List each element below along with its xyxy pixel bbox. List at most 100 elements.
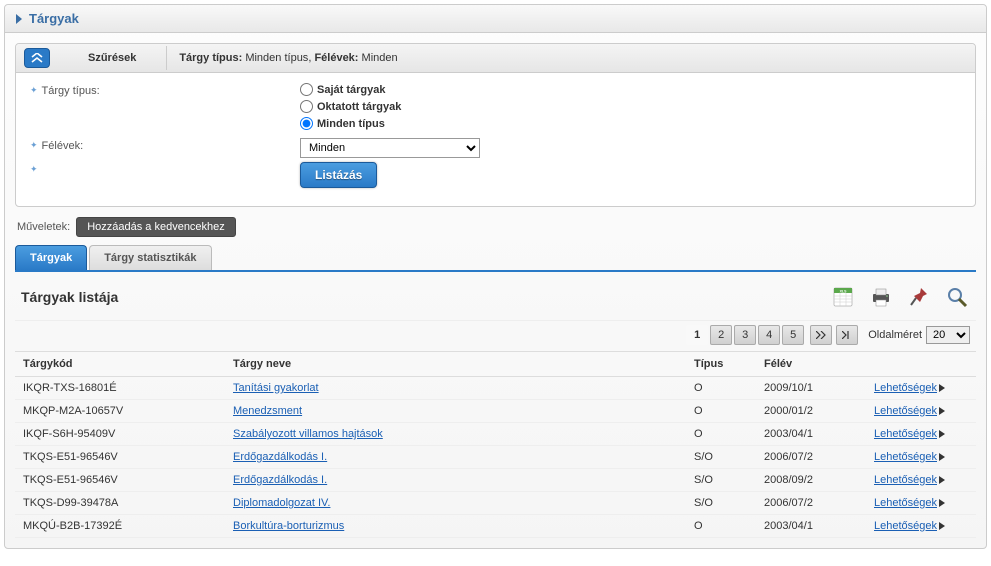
filter-summary: Tárgy típus: Minden típus, Félévek: Mind… xyxy=(166,46,975,70)
table-row: IKQR-TXS-16801É Tanítási gyakorlat O2009/1… xyxy=(15,377,976,400)
row-actions-link[interactable]: Lehetőségek xyxy=(874,520,945,532)
table-row: TKQS-E51-96546V Erdőgazdálkodás I. S/O2006… xyxy=(15,446,976,469)
cell-semester: 2006/07/2 xyxy=(756,492,866,515)
cell-code: IKQR-TXS-16801É xyxy=(15,377,225,400)
cell-code: TKQS-D99-39478A xyxy=(15,492,225,515)
filter-semester-label: Félévek: xyxy=(30,138,300,158)
pager-page-button[interactable]: 3 xyxy=(734,325,756,345)
col-header-semester[interactable]: Félév xyxy=(756,352,866,377)
filter-collapse-button[interactable] xyxy=(24,48,50,68)
pager-page-button[interactable]: 1 xyxy=(686,325,708,345)
tab-bar: TárgyakTárgy statisztikák xyxy=(15,245,976,272)
filter-box: Szűrések Tárgy típus: Minden típus, Félé… xyxy=(15,43,976,207)
filter-type-radio[interactable] xyxy=(300,117,313,130)
page-size-select[interactable]: 20 xyxy=(926,326,970,344)
cell-semester: 2003/04/1 xyxy=(756,423,866,446)
pager-page-button[interactable]: 5 xyxy=(782,325,804,345)
chevron-bar-right-icon xyxy=(842,331,852,339)
pager-page-button[interactable]: 2 xyxy=(710,325,732,345)
pin-icon[interactable] xyxy=(906,284,932,310)
subject-name-link[interactable]: Tanítási gyakorlat xyxy=(233,382,319,394)
row-actions-link[interactable]: Lehetőségek xyxy=(874,405,945,417)
table-row: TKQS-E51-96546V Erdőgazdálkodás I. S/O2008… xyxy=(15,469,976,492)
export-xls-icon[interactable]: XLS xyxy=(830,284,856,310)
filter-type-option-label: Saját tárgyak xyxy=(317,84,385,96)
row-actions-link[interactable]: Lehetőségek xyxy=(874,497,945,509)
cell-code: MKQÚ-B2B-17392É xyxy=(15,515,225,538)
double-chevron-up-icon xyxy=(31,53,43,63)
filter-type-option[interactable]: Minden típus xyxy=(300,117,401,130)
filter-type-radio[interactable] xyxy=(300,83,313,96)
cell-type: O xyxy=(686,377,756,400)
cell-code: TKQS-E51-96546V xyxy=(15,446,225,469)
cell-code: IKQF-S6H-95409V xyxy=(15,423,225,446)
subject-name-link[interactable]: Menedzsment xyxy=(233,405,302,417)
cell-semester: 2006/07/2 xyxy=(756,446,866,469)
row-actions-link[interactable]: Lehetőségek xyxy=(874,428,945,440)
page-size-label: Oldalméret xyxy=(868,329,922,341)
cell-semester: 2009/10/1 xyxy=(756,377,866,400)
subject-name-link[interactable]: Erdőgazdálkodás I. xyxy=(233,474,327,486)
print-icon[interactable] xyxy=(868,284,894,310)
filter-type-option[interactable]: Saját tárgyak xyxy=(300,83,401,96)
col-header-code[interactable]: Tárgykód xyxy=(15,352,225,377)
table-row: MKQP-M2A-10657V Menedzsment O2000/01/2 Lehe… xyxy=(15,400,976,423)
tab[interactable]: Tárgy statisztikák xyxy=(89,245,211,270)
subject-name-link[interactable]: Erdőgazdálkodás I. xyxy=(233,451,327,463)
row-actions-link[interactable]: Lehetőségek xyxy=(874,382,945,394)
chevron-right-icon xyxy=(939,522,945,530)
table-row: MKQÚ-B2B-17392É Borkultúra-borturizmus O20… xyxy=(15,515,976,538)
row-actions-link[interactable]: Lehetőségek xyxy=(874,451,945,463)
cell-type: O xyxy=(686,423,756,446)
list-button[interactable]: Listázás xyxy=(300,162,377,188)
panel-title: Tárgyak xyxy=(29,11,79,26)
table-row: IKQF-S6H-95409V Szabályozott villamos haj… xyxy=(15,423,976,446)
tab[interactable]: Tárgyak xyxy=(15,245,87,270)
panel-header: Tárgyak xyxy=(5,5,986,33)
chevron-right-icon xyxy=(939,384,945,392)
filter-heading: Szűrések xyxy=(58,46,166,70)
filter-semester-select[interactable]: Minden xyxy=(300,138,480,158)
filter-type-radio-group: Saját tárgyak Oktatott tárgyak Minden típu… xyxy=(300,83,401,134)
chevron-right-icon xyxy=(939,476,945,484)
filter-summary-sem-label: Félévek: xyxy=(314,52,358,64)
row-actions-link[interactable]: Lehetőségek xyxy=(874,474,945,486)
col-header-type[interactable]: Típus xyxy=(686,352,756,377)
filter-type-option[interactable]: Oktatott tárgyak xyxy=(300,100,401,113)
cell-type: O xyxy=(686,515,756,538)
svg-text:XLS: XLS xyxy=(840,290,847,294)
cell-type: S/O xyxy=(686,446,756,469)
cell-semester: 2000/01/2 xyxy=(756,400,866,423)
filter-summary-type-value: Minden típus xyxy=(245,52,308,64)
chevron-right-icon xyxy=(939,453,945,461)
table-row: TKQS-D99-39478A Diplomadolgozat IV. S/O200… xyxy=(15,492,976,515)
subject-name-link[interactable]: Diplomadolgozat IV. xyxy=(233,497,330,509)
chevron-right-icon xyxy=(939,407,945,415)
pager-next-button[interactable] xyxy=(810,325,832,345)
add-favorite-button[interactable]: Hozzáadás a kedvencekhez xyxy=(76,217,236,237)
cell-semester: 2003/04/1 xyxy=(756,515,866,538)
double-chevron-right-icon xyxy=(816,331,826,339)
operations-label: Műveletek: xyxy=(17,221,70,233)
filter-type-option-label: Oktatott tárgyak xyxy=(317,101,401,113)
list-title: Tárgyak listája xyxy=(21,289,118,305)
cell-type: S/O xyxy=(686,469,756,492)
chevron-right-icon xyxy=(15,13,25,25)
chevron-right-icon xyxy=(939,430,945,438)
cell-type: O xyxy=(686,400,756,423)
cell-type: S/O xyxy=(686,492,756,515)
pager-last-button[interactable] xyxy=(836,325,858,345)
subject-name-link[interactable]: Szabályozott villamos hajtások xyxy=(233,428,383,440)
filter-type-option-label: Minden típus xyxy=(317,118,385,130)
cell-code: MKQP-M2A-10657V xyxy=(15,400,225,423)
search-icon[interactable] xyxy=(944,284,970,310)
pager-page-button[interactable]: 4 xyxy=(758,325,780,345)
cell-semester: 2008/09/2 xyxy=(756,469,866,492)
filter-summary-type-label: Tárgy típus: xyxy=(179,52,242,64)
filter-type-label: Tárgy típus: xyxy=(30,83,300,134)
cell-code: TKQS-E51-96546V xyxy=(15,469,225,492)
filter-type-radio[interactable] xyxy=(300,100,313,113)
subject-name-link[interactable]: Borkultúra-borturizmus xyxy=(233,520,344,532)
chevron-right-icon xyxy=(939,499,945,507)
col-header-name[interactable]: Tárgy neve xyxy=(225,352,686,377)
